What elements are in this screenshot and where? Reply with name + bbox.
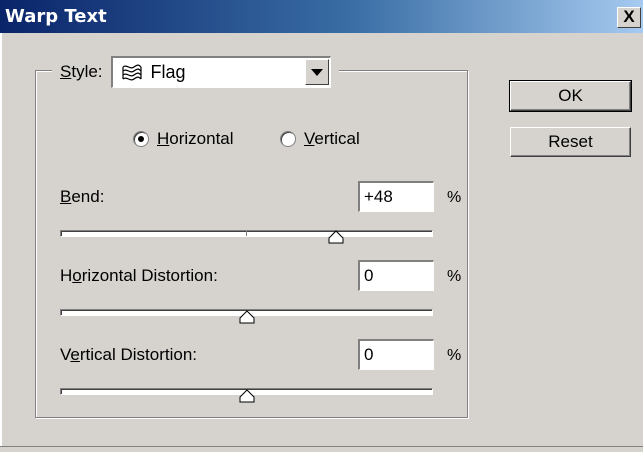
horizontal-distortion-percent: % (447, 268, 462, 285)
radio-horizontal-indicator[interactable] (133, 131, 149, 147)
bend-input[interactable] (358, 181, 434, 212)
title-bar: Warp Text X (0, 0, 643, 33)
bend-percent: % (447, 189, 462, 206)
ok-button[interactable]: OK (509, 80, 632, 112)
horizontal-distortion-label: Horizontal Distortion: (60, 266, 218, 286)
radio-horizontal-label: Horizontal (157, 129, 234, 149)
bend-label-mnemonic: B (60, 187, 72, 206)
radio-vertical[interactable]: Vertical (280, 129, 360, 149)
window-frame (0, 33, 2, 452)
radio-vertical-indicator[interactable] (280, 131, 296, 147)
style-row: Style: Flag (52, 54, 339, 90)
style-label-mnemonic: S (60, 62, 72, 81)
bend-slider-center-mark (246, 231, 247, 236)
horizontal-distortion-label-mnemonic: o (72, 266, 82, 285)
flag-warp-icon (121, 64, 142, 80)
dropdown-arrow-button[interactable] (304, 59, 329, 85)
horizontal-distortion-label-pre: H (60, 266, 73, 285)
close-icon: X (623, 7, 635, 26)
radio-horizontal-mnemonic: H (157, 129, 170, 148)
vertical-distortion-input[interactable] (358, 339, 434, 370)
style-selected-text: Flag (150, 62, 186, 82)
bend-label: Bend: (60, 187, 104, 207)
vertical-distortion-label-mnemonic: e (70, 345, 80, 364)
bend-label-text: end: (71, 187, 105, 206)
bend-slider[interactable] (60, 230, 433, 237)
style-label: Style: (60, 62, 103, 82)
horizontal-distortion-input[interactable] (358, 260, 434, 291)
bend-slider-thumb[interactable] (328, 230, 344, 244)
reset-button[interactable]: Reset (510, 127, 631, 157)
close-button[interactable]: X (617, 7, 641, 28)
window-bottom-edge (0, 446, 643, 452)
style-dropdown-value: Flag (113, 62, 186, 83)
vertical-distortion-label-pre: V (60, 345, 71, 364)
radio-horizontal[interactable]: Horizontal (133, 129, 234, 149)
vertical-distortion-percent: % (447, 347, 462, 364)
vertical-distortion-label-text: rtical Distortion: (79, 345, 198, 364)
vertical-distortion-label: Vertical Distortion: (60, 345, 197, 365)
radio-horizontal-text: orizontal (169, 129, 234, 148)
style-label-text: tyle: (71, 62, 103, 81)
vertical-distortion-slider-thumb[interactable] (239, 389, 255, 403)
horizontal-distortion-slider-thumb[interactable] (239, 310, 255, 324)
chevron-down-icon (310, 68, 323, 76)
radio-vertical-text: ertical (314, 129, 360, 148)
horizontal-distortion-label-text: rizontal Distortion: (81, 266, 218, 285)
radio-vertical-mnemonic: V (304, 129, 315, 148)
radio-vertical-label: Vertical (304, 129, 360, 149)
style-dropdown[interactable]: Flag (110, 56, 331, 88)
window-title: Warp Text (5, 6, 107, 27)
